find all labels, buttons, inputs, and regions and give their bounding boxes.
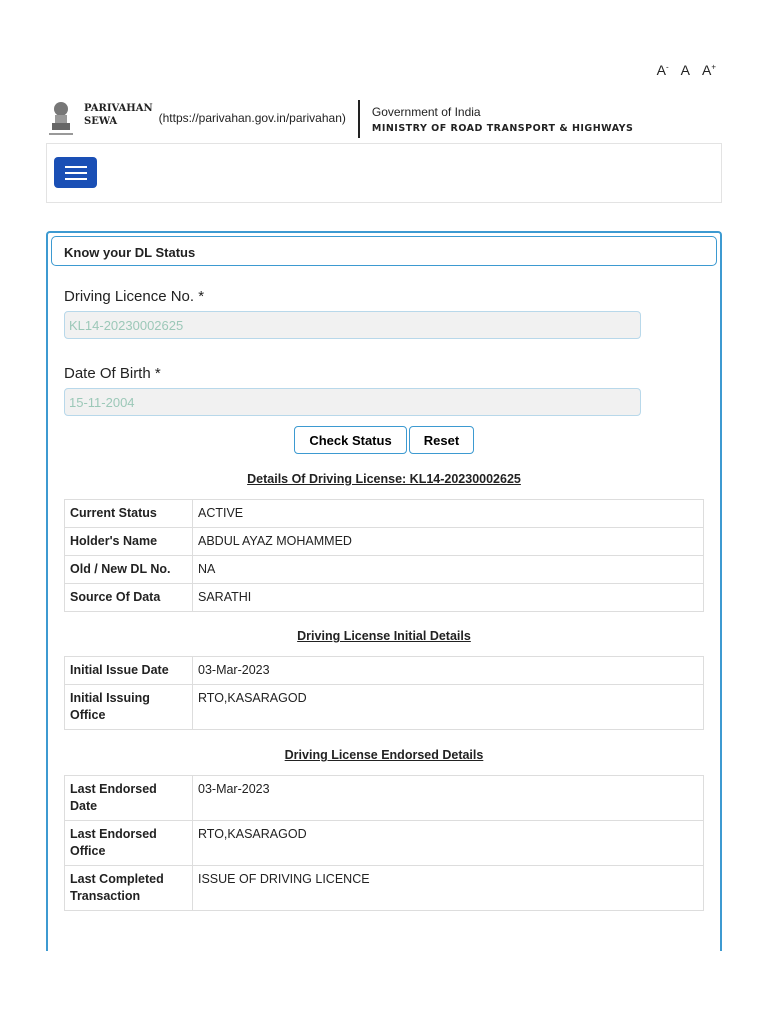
row-label: Last Endorsed Date [64,775,193,821]
parivahan-logo[interactable]: PARIVAHAN SEWA [84,102,153,128]
row-value: ABDUL AYAZ MOHAMMED [192,527,704,556]
row-value: ISSUE OF DRIVING LICENCE [192,865,704,911]
site-header: PARIVAHAN SEWA (https://parivahan.gov.in/… [46,100,633,138]
parivahan-link[interactable]: (https://parivahan.gov.in/parivahan) [159,111,346,125]
hamburger-menu-button[interactable] [54,157,97,188]
row-label: Old / New DL No. [64,555,193,584]
row-label: Holder's Name [64,527,193,556]
section-title: Details Of Driving License: KL14-2023000… [247,472,521,486]
details-table: Current Status ACTIVE Holder's Name ABDUL A… [64,499,704,612]
font-size-controls: A- A A+ [657,62,716,78]
table-row: Initial Issue Date 03-Mar-2023 [64,656,704,685]
dl-number-input[interactable] [64,311,641,339]
section-title: Driving License Initial Details [297,629,471,643]
dob-input[interactable] [64,388,641,416]
table-row: Initial Issuing Office RTO,KASARAGOD [64,684,704,730]
details-table: Last Endorsed Date 03-Mar-2023 Last Endors… [64,775,704,911]
row-value: SARATHI [192,583,704,612]
national-emblem-icon [49,102,73,135]
row-label: Initial Issue Date [64,656,193,685]
dl-number-label: Driving Licence No. * [64,288,205,305]
table-row: Last Completed Transaction ISSUE OF DRIVI… [64,865,704,911]
table-row: Current Status ACTIVE [64,499,704,528]
check-status-button[interactable]: Check Status [294,426,407,454]
row-label: Current Status [64,499,193,528]
table-row: Source Of Data SARATHI [64,583,704,612]
dob-label: Date Of Birth * [64,365,161,382]
details-table: Initial Issue Date 03-Mar-2023 Initial Iss… [64,656,704,730]
navbar [46,143,722,203]
table-row: Last Endorsed Date 03-Mar-2023 [64,775,704,821]
divider [357,100,360,138]
table-row: Last Endorsed Office RTO,KASARAGOD [64,820,704,866]
reset-button[interactable]: Reset [409,426,474,454]
row-value: RTO,KASARAGOD [192,820,704,866]
row-value: ACTIVE [192,499,704,528]
dl-status-panel: Know your DL Status Driving Licence No. … [46,231,722,951]
row-value: 03-Mar-2023 [192,775,704,821]
panel-title: Know your DL Status [51,236,717,266]
table-row: Old / New DL No. NA [64,555,704,584]
government-label: Government of India [371,104,481,119]
decrease-font-button[interactable]: A- [657,62,669,78]
row-value: NA [192,555,704,584]
row-value: 03-Mar-2023 [192,656,704,685]
row-value: RTO,KASARAGOD [192,684,704,730]
increase-font-button[interactable]: A+ [702,62,716,78]
normal-font-button[interactable]: A [681,62,690,78]
table-row: Holder's Name ABDUL AYAZ MOHAMMED [64,527,704,556]
ministry-label: MINISTRY OF ROAD TRANSPORT & HIGHWAYS [371,122,634,134]
row-label: Last Completed Transaction [64,865,193,911]
row-label: Source Of Data [64,583,193,612]
section-title: Driving License Endorsed Details [284,748,484,762]
row-label: Initial Issuing Office [64,684,193,730]
row-label: Last Endorsed Office [64,820,193,866]
